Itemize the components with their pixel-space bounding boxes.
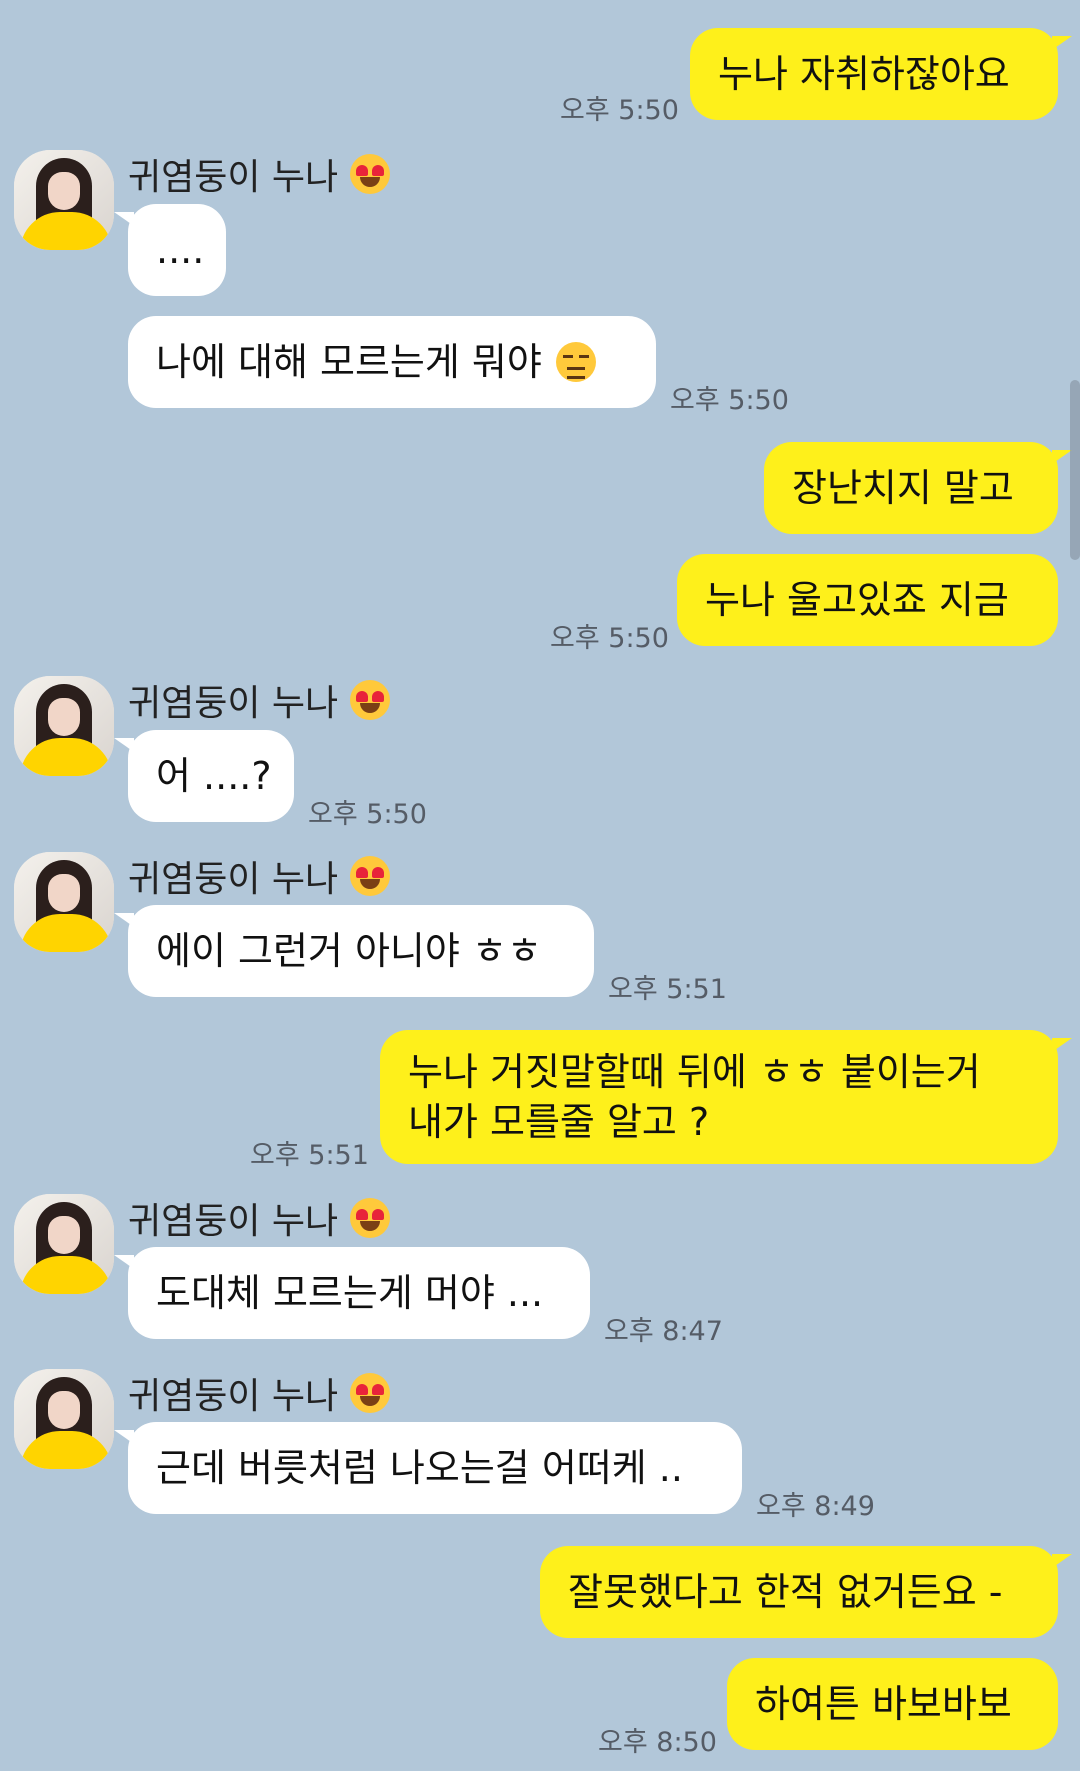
message-time: 오후 5:50	[670, 385, 789, 416]
avatar[interactable]	[14, 1369, 114, 1469]
avatar[interactable]	[14, 1194, 114, 1294]
message-text: 나에 대해 모르는게 뭐야	[156, 340, 542, 384]
message-time: 오후 5:51	[608, 974, 727, 1005]
avatar-face	[48, 1391, 80, 1429]
message-bubble-received[interactable]: 에이 그런거 아니야 ㅎㅎ	[114, 905, 594, 997]
contact-name: 귀염둥이 누나	[128, 850, 391, 902]
message-time: 오후 5:50	[308, 799, 427, 830]
bubble-tail	[114, 913, 134, 927]
contact-name-text: 귀염둥이 누나	[128, 1376, 339, 1417]
scrollbar[interactable]	[1070, 380, 1080, 560]
contact-name: 귀염둥이 누나	[128, 674, 391, 726]
bubble-tail	[1052, 36, 1072, 50]
message-time: 오후 5:50	[550, 623, 669, 654]
message-bubble-received[interactable]: ....	[114, 204, 226, 296]
message-text-line-1: 누나 거짓말할때 뒤에 ㅎㅎ 붙이는거	[408, 1050, 981, 1094]
contact-name: 귀염둥이 누나	[128, 1192, 391, 1244]
message-text: 누나 자취하잖아요	[718, 52, 1010, 96]
message-time: 오후 8:49	[756, 1491, 875, 1522]
bubble-tail	[1052, 1038, 1072, 1052]
avatar-face	[48, 1216, 80, 1254]
confounded-emoji-icon	[555, 342, 596, 382]
message-bubble-sent[interactable]: 하여튼 바보바보	[727, 1658, 1058, 1750]
bubble-tail	[114, 1255, 134, 1269]
avatar-face	[48, 698, 80, 736]
heart-eyes-emoji-icon	[350, 680, 391, 720]
message-text-line-2: 내가 모를줄 알고 ?	[408, 1100, 710, 1144]
contact-name-text: 귀염둥이 누나	[128, 859, 339, 900]
message-bubble-sent[interactable]: 누나 거짓말할때 뒤에 ㅎㅎ 붙이는거 내가 모를줄 알고 ?	[380, 1030, 1072, 1164]
bubble-tail	[1052, 450, 1072, 464]
message-bubble-received[interactable]: 근데 버릇처럼 나오는걸 어떠케 ..	[114, 1422, 742, 1514]
message-bubble-sent[interactable]: 장난치지 말고	[764, 442, 1072, 534]
contact-name: 귀염둥이 누나	[128, 1367, 391, 1419]
avatar-face	[48, 874, 80, 912]
heart-eyes-emoji-icon	[350, 1198, 391, 1238]
message-text: 누나 울고있죠 지금	[705, 578, 1009, 622]
heart-eyes-emoji-icon	[350, 1373, 391, 1413]
message-time: 오후 5:50	[560, 95, 679, 126]
contact-name-text: 귀염둥이 누나	[128, 1201, 339, 1242]
bubble-tail	[114, 212, 134, 226]
heart-eyes-emoji-icon	[350, 154, 391, 194]
message-bubble-sent[interactable]: 잘못했다고 한적 없거든요 -	[540, 1546, 1072, 1638]
message-bubble-sent[interactable]: 누나 자취하잖아요	[690, 28, 1072, 120]
avatar-face	[48, 172, 80, 210]
message-bubble-received[interactable]: 어 ....?	[114, 730, 294, 822]
message-text: 장난치지 말고	[792, 466, 1014, 510]
message-text: 도대체 모르는게 머야 ...	[156, 1271, 544, 1315]
message-time: 오후 8:50	[598, 1727, 717, 1758]
contact-name-text: 귀염둥이 누나	[128, 683, 339, 724]
message-text: 어 ....?	[156, 754, 272, 798]
message-text: 근데 버릇처럼 나오는걸 어떠케 ..	[156, 1446, 683, 1490]
message-bubble-received[interactable]: 도대체 모르는게 머야 ...	[114, 1247, 590, 1339]
avatar[interactable]	[14, 676, 114, 776]
message-text: 하여튼 바보바보	[755, 1682, 1012, 1726]
message-text: 잘못했다고 한적 없거든요 -	[568, 1570, 1003, 1614]
message-bubble-sent[interactable]: 누나 울고있죠 지금	[677, 554, 1058, 646]
heart-eyes-emoji-icon	[350, 856, 391, 896]
bubble-tail	[114, 1430, 134, 1444]
message-time: 오후 8:47	[604, 1316, 723, 1347]
message-text: ....	[156, 228, 205, 272]
avatar[interactable]	[14, 852, 114, 952]
avatar[interactable]	[14, 150, 114, 250]
bubble-tail	[1052, 1554, 1072, 1568]
contact-name-text: 귀염둥이 누나	[128, 157, 339, 198]
message-time: 오후 5:51	[250, 1140, 369, 1171]
message-bubble-received[interactable]: 나에 대해 모르는게 뭐야	[128, 316, 656, 408]
contact-name: 귀염둥이 누나	[128, 148, 391, 200]
message-text: 에이 그런거 아니야 ㅎㅎ	[156, 929, 542, 973]
bubble-tail	[114, 738, 134, 752]
